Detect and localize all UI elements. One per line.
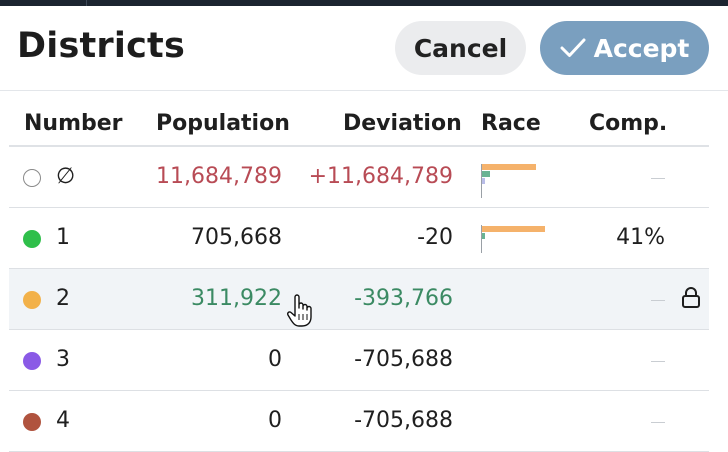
accept-button[interactable]: Accept bbox=[540, 21, 709, 75]
table-row[interactable]: 3 0 -705,688 bbox=[9, 330, 709, 391]
column-header-race[interactable]: Race bbox=[481, 111, 541, 136]
district-color-swatch bbox=[23, 352, 41, 370]
hand-pointer-icon bbox=[287, 294, 312, 327]
comp-empty-dash bbox=[651, 361, 665, 362]
comp-empty-dash bbox=[651, 178, 665, 179]
check-icon bbox=[560, 38, 586, 57]
district-color-swatch bbox=[23, 169, 41, 187]
district-population: 0 bbox=[268, 347, 282, 372]
district-deviation: -705,688 bbox=[354, 347, 453, 372]
column-header-comp[interactable]: Comp. bbox=[589, 111, 667, 136]
column-header-number[interactable]: Number bbox=[24, 111, 123, 136]
districts-panel: Districts Cancel Accept Number Populatio… bbox=[0, 6, 728, 452]
race-chart bbox=[481, 164, 536, 198]
column-header-deviation[interactable]: Deviation bbox=[343, 111, 462, 136]
district-number: 1 bbox=[56, 225, 70, 250]
district-color-swatch bbox=[23, 413, 41, 431]
race-chart bbox=[481, 225, 545, 253]
district-color-swatch bbox=[23, 230, 41, 248]
district-deviation: -393,766 bbox=[354, 286, 453, 311]
table-row[interactable]: 4 0 -705,688 bbox=[9, 391, 709, 452]
comp-empty-dash bbox=[651, 422, 665, 423]
district-number: ∅ bbox=[56, 164, 76, 189]
district-number: 3 bbox=[56, 347, 70, 372]
district-deviation: -20 bbox=[417, 225, 453, 250]
district-compactness: 41% bbox=[616, 225, 665, 250]
district-deviation: +11,684,789 bbox=[308, 164, 453, 189]
districts-table: Number Population Deviation Race Comp. ∅… bbox=[9, 91, 709, 452]
district-population: 311,922 bbox=[191, 286, 282, 311]
district-number: 4 bbox=[56, 408, 70, 433]
comp-empty-dash bbox=[651, 300, 665, 301]
cancel-button[interactable]: Cancel bbox=[395, 21, 526, 75]
panel-header: Districts Cancel Accept bbox=[0, 6, 728, 91]
race-bar-primary bbox=[481, 226, 545, 232]
accept-label: Accept bbox=[593, 33, 690, 63]
table-header: Number Population Deviation Race Comp. bbox=[9, 91, 709, 147]
lock-icon[interactable] bbox=[681, 287, 701, 309]
column-header-population[interactable]: Population bbox=[156, 111, 290, 136]
table-row[interactable]: 1 705,668 -20 41% bbox=[9, 208, 709, 269]
district-population: 705,668 bbox=[191, 225, 282, 250]
page-title: Districts bbox=[17, 26, 185, 66]
district-number: 2 bbox=[56, 286, 70, 311]
district-population: 11,684,789 bbox=[156, 164, 282, 189]
table-row[interactable]: ∅ 11,684,789 +11,684,789 bbox=[9, 147, 709, 208]
district-population: 0 bbox=[268, 408, 282, 433]
race-bar-secondary bbox=[481, 171, 490, 177]
district-deviation: -705,688 bbox=[354, 408, 453, 433]
race-bar-primary bbox=[481, 164, 536, 170]
district-color-swatch bbox=[23, 291, 41, 309]
table-row[interactable]: 2 311,922 -393,766 bbox=[9, 269, 709, 330]
